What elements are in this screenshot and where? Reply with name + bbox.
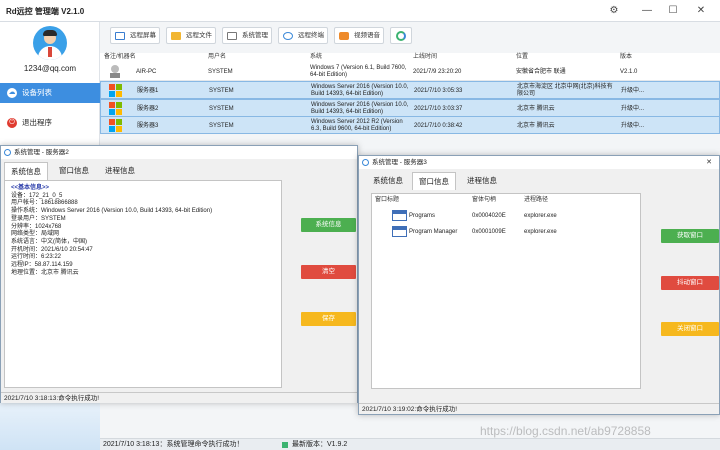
table-row[interactable]: AIR-PC SYSTEM Windows 7 (Version 6.1, Bu… bbox=[100, 63, 720, 81]
windows-icon bbox=[109, 84, 123, 98]
refresh-icon bbox=[396, 31, 406, 41]
column-header: 位置 bbox=[516, 54, 529, 60]
system-manage-dialog-server3: 系统管理 - 服务器3 ✕ 系统信息 窗口信息 进程信息 窗口标题 窗体句柄 进… bbox=[358, 155, 720, 415]
decorative-wave bbox=[0, 398, 100, 450]
clear-button[interactable]: 清空 bbox=[301, 265, 356, 279]
maximize-button[interactable]: ☐ bbox=[665, 3, 681, 19]
system-manage-button[interactable]: 系统管理 bbox=[222, 27, 272, 44]
computer-icon bbox=[227, 32, 237, 40]
status-text: 2021/7/10 3:18:13：系统管理命令执行成功！ bbox=[103, 441, 244, 448]
close-icon[interactable]: ✕ bbox=[701, 156, 717, 169]
dialog-caption: 系统管理 - 服务器2 bbox=[1, 146, 357, 159]
pc-icon bbox=[108, 65, 122, 79]
avatar bbox=[33, 26, 67, 60]
sidebar-item-label: 退出程序 bbox=[22, 118, 52, 127]
shake-window-button[interactable]: 抖动窗口 bbox=[661, 276, 719, 290]
app-icon bbox=[4, 149, 11, 156]
cloud-icon: ☁ bbox=[7, 88, 17, 98]
system-manage-dialog-server2: 系统管理 - 服务器2 系统信息 窗口信息 进程信息 <<基本信息>> 设备：1… bbox=[0, 145, 358, 403]
refresh-button[interactable] bbox=[390, 27, 412, 44]
column-header: 窗口标题 bbox=[375, 197, 400, 203]
system-info-text: <<基本信息>> 设备：172_21_0_5 用户帐号：18618866888 … bbox=[11, 185, 213, 276]
table-row[interactable]: 服务器3 SYSTEM Windows Server 2012 R2 (Vers… bbox=[100, 116, 720, 134]
save-button[interactable]: 保存 bbox=[301, 312, 356, 326]
table-row[interactable]: 服务器1 SYSTEM Windows Server 2016 (Version… bbox=[100, 81, 720, 99]
remote-terminal-button[interactable]: 远程终端 bbox=[278, 27, 328, 44]
window-icon bbox=[392, 226, 407, 237]
terminal-icon bbox=[283, 32, 293, 40]
settings-icon[interactable]: ⚙ bbox=[606, 3, 622, 19]
system-info-button[interactable]: 系统信息 bbox=[301, 218, 356, 232]
monitor-icon bbox=[115, 32, 125, 40]
camera-icon bbox=[339, 32, 349, 40]
table-row[interactable]: 服务器2 SYSTEM Windows Server 2016 (Version… bbox=[100, 99, 720, 117]
sidebar-item-exit[interactable]: ⏻ 退出程序 bbox=[0, 113, 100, 133]
window-icon bbox=[392, 210, 407, 221]
main-status-bar: 2021/7/10 3:18:13：系统管理命令执行成功！ 最新版本：V1.9.… bbox=[100, 438, 720, 450]
user-email: 1234@qq.com bbox=[23, 64, 77, 73]
remote-screen-button[interactable]: 远程屏幕 bbox=[110, 27, 160, 44]
video-voice-button[interactable]: 视频语音 bbox=[334, 27, 384, 44]
device-table: 备注/机器名 用户名 系统 上线时间 位置 版本 AIR-PC SYSTEM W… bbox=[100, 53, 720, 134]
power-icon: ⏻ bbox=[7, 118, 17, 128]
app-title: Rd远控 管理端 V2.1.0 bbox=[6, 7, 85, 16]
get-window-button[interactable]: 获取窗口 bbox=[661, 229, 719, 243]
title-bar: Rd远控 管理端 V2.1.0 ⚙ — ☐ ✕ bbox=[0, 0, 720, 22]
version-label: 最新版本：V1.9.2 bbox=[292, 441, 348, 448]
list-item[interactable]: Programs 0x0004020E explorer.exe bbox=[372, 208, 712, 224]
tab-window-info[interactable]: 窗口信息 bbox=[412, 172, 456, 190]
column-header: 进程路径 bbox=[524, 197, 549, 203]
close-window-button[interactable]: 关闭窗口 bbox=[661, 322, 719, 336]
folder-icon bbox=[171, 32, 181, 40]
dialog-caption: 系统管理 - 服务器3 ✕ bbox=[359, 156, 719, 169]
column-header: 版本 bbox=[620, 54, 633, 60]
toolbar: 远程屏幕 远程文件 系统管理 远程终端 视频语音 bbox=[104, 25, 720, 47]
dialog-status-bar: 2021/7/10 3:19:02:命令执行成功! bbox=[359, 403, 719, 414]
tab-window-info[interactable]: 窗口信息 bbox=[52, 162, 96, 180]
tab-system-info[interactable]: 系统信息 bbox=[366, 172, 410, 190]
sidebar-item-label: 设备列表 bbox=[22, 88, 52, 97]
close-button[interactable]: ✕ bbox=[693, 3, 709, 19]
tab-process-info[interactable]: 进程信息 bbox=[460, 172, 504, 190]
column-header: 备注/机器名 bbox=[104, 54, 136, 60]
watermark: https://blog.csdn.net/ab9728858 bbox=[480, 424, 651, 438]
column-header: 上线时间 bbox=[413, 54, 438, 60]
minimize-button[interactable]: — bbox=[639, 3, 655, 19]
signal-icon bbox=[282, 442, 288, 448]
tab-bar: 系统信息 窗口信息 进程信息 bbox=[362, 172, 562, 190]
tab-process-info[interactable]: 进程信息 bbox=[98, 162, 142, 180]
app-icon bbox=[362, 159, 369, 166]
window-list[interactable]: 窗口标题 窗体句柄 进程路径 Programs 0x0004020E explo… bbox=[371, 193, 641, 389]
column-header: 用户名 bbox=[208, 54, 227, 60]
remote-file-button[interactable]: 远程文件 bbox=[166, 27, 216, 44]
windows-icon bbox=[109, 119, 123, 133]
sidebar-item-devices[interactable]: ☁ 设备列表 bbox=[0, 83, 100, 103]
dialog-status-bar: 2021/7/10 3:18:13:命令执行成功! bbox=[1, 392, 357, 403]
info-pane[interactable]: <<基本信息>> 设备：172_21_0_5 用户帐号：18618866888 … bbox=[4, 180, 282, 388]
column-header: 系统 bbox=[310, 54, 323, 60]
tab-system-info[interactable]: 系统信息 bbox=[4, 162, 48, 180]
column-header: 窗体句柄 bbox=[472, 197, 497, 203]
tab-bar: 系统信息 窗口信息 进程信息 bbox=[4, 162, 204, 180]
windows-icon bbox=[109, 102, 123, 116]
